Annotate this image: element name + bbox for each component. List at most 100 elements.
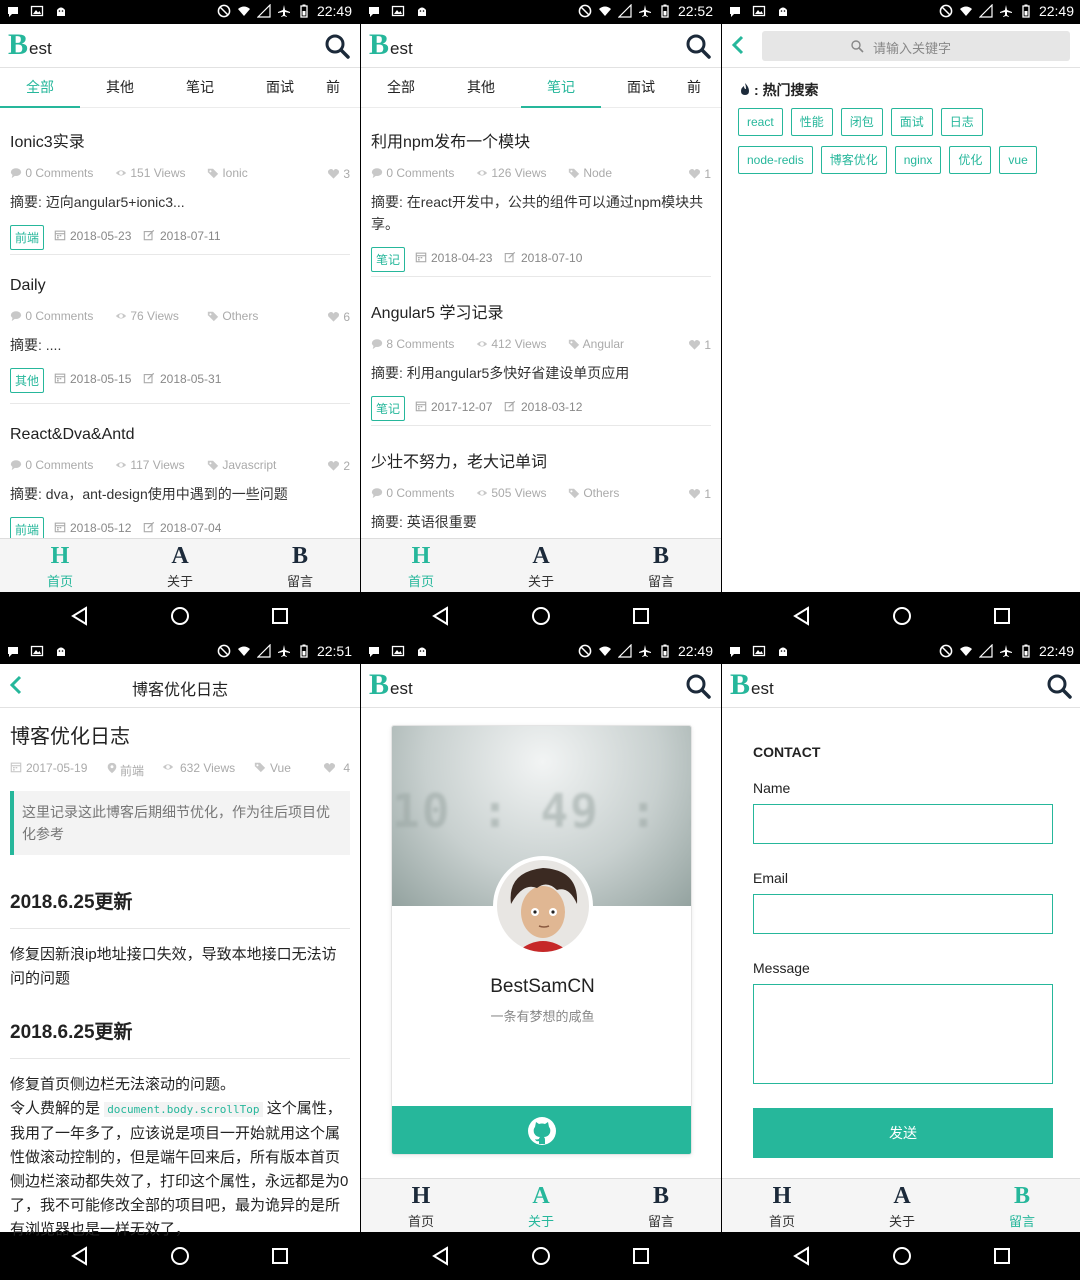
post-card[interactable]: 利用npm发布一个模块 0 Comments 126 Views Node 1 … xyxy=(371,128,711,272)
search-icon[interactable] xyxy=(685,33,711,59)
post-title[interactable]: 利用npm发布一个模块 xyxy=(371,128,711,152)
logo[interactable]: B est xyxy=(730,668,774,702)
post-card[interactable]: Ionic3实录 0 Comments 151 Views Ionic 3 摘要… xyxy=(10,128,350,250)
nav-home-icon[interactable] xyxy=(170,606,190,626)
tab-4[interactable]: 前 xyxy=(320,68,360,108)
github-button[interactable] xyxy=(392,1106,691,1154)
bottom-tab-1[interactable]: A 关于 xyxy=(842,1181,962,1230)
bottom-tab-2[interactable]: B 留言 xyxy=(601,541,721,590)
post-tag[interactable]: 前端 xyxy=(10,517,45,538)
heart-icon[interactable] xyxy=(327,312,340,326)
tab-2[interactable]: 笔记 xyxy=(521,68,601,108)
message-field[interactable] xyxy=(753,984,1053,1084)
post-tag[interactable]: 前端 xyxy=(10,225,45,250)
nav-back-icon[interactable] xyxy=(792,1246,812,1266)
post-card[interactable]: React&Dva&Antd 0 Comments 117 Views Java… xyxy=(10,426,350,538)
airplane-icon xyxy=(277,644,291,658)
hot-tag[interactable]: 面试 xyxy=(890,108,933,136)
nav-back-icon[interactable] xyxy=(431,606,451,626)
bottom-tab-0[interactable]: H 首页 xyxy=(0,541,120,590)
article: 博客优化日志 2017-05-19 前端 632 Views Vue 4 这里记… xyxy=(10,720,350,1242)
tab-3[interactable]: 面试 xyxy=(601,68,681,108)
heart-icon[interactable] xyxy=(688,340,701,354)
back-arrow-icon[interactable] xyxy=(730,35,746,55)
nav-home-icon[interactable] xyxy=(892,606,912,626)
view-count: 126 Views xyxy=(491,166,547,180)
email-field[interactable] xyxy=(753,894,1053,934)
like-count: 2 xyxy=(343,459,350,473)
bottom-tab-1[interactable]: A 关于 xyxy=(481,541,601,590)
image-notification-icon xyxy=(752,4,766,18)
bottom-tab-0[interactable]: H 首页 xyxy=(361,541,481,590)
hot-tag[interactable]: 性能 xyxy=(790,108,833,136)
bottom-tab-2[interactable]: B 留言 xyxy=(962,1181,1080,1230)
nav-recents-icon[interactable] xyxy=(631,606,651,626)
post-title[interactable]: React&Dva&Antd xyxy=(10,426,350,444)
nav-back-icon[interactable] xyxy=(70,606,90,626)
hot-tag[interactable]: nginx xyxy=(894,146,942,174)
heart-icon[interactable] xyxy=(327,461,340,475)
bottom-tab-0[interactable]: H 首页 xyxy=(361,1181,481,1230)
bottom-tab-0[interactable]: H 首页 xyxy=(722,1181,842,1230)
search-input[interactable]: 请输入关键字 xyxy=(762,31,1070,61)
logo[interactable]: B est xyxy=(369,668,413,702)
nav-home-icon[interactable] xyxy=(892,1246,912,1266)
bottom-tab-2[interactable]: B 留言 xyxy=(601,1181,721,1230)
post-tag[interactable]: 其他 xyxy=(10,368,45,393)
hot-tag[interactable]: vue xyxy=(999,146,1037,174)
tab-1[interactable]: 其他 xyxy=(80,68,160,108)
send-button[interactable]: 发送 xyxy=(753,1108,1053,1158)
hot-tag[interactable]: react xyxy=(738,108,783,136)
nav-recents-icon[interactable] xyxy=(270,1246,290,1266)
post-title[interactable]: 少壮不努力，老大记单词 xyxy=(371,448,711,472)
search-icon[interactable] xyxy=(324,33,350,59)
post-card[interactable]: Daily 0 Comments 76 Views Others 6 摘要: .… xyxy=(10,277,350,393)
tab-1[interactable]: 其他 xyxy=(441,68,521,108)
search-icon[interactable] xyxy=(685,673,711,699)
post-tag[interactable]: 笔记 xyxy=(371,396,406,421)
bottom-tab-bar: H 首页 A 关于 B 留言 xyxy=(722,1178,1080,1232)
bottom-tab-1[interactable]: A 关于 xyxy=(120,541,240,590)
nav-back-icon[interactable] xyxy=(792,606,812,626)
hot-tag[interactable]: 闭包 xyxy=(840,108,883,136)
nav-home-icon[interactable] xyxy=(531,606,551,626)
logo[interactable]: B est xyxy=(8,28,52,62)
tab-4[interactable]: 前 xyxy=(681,68,721,108)
heart-icon[interactable] xyxy=(688,169,701,183)
post-title[interactable]: Daily xyxy=(10,277,350,295)
search-icon[interactable] xyxy=(1046,673,1072,699)
name-field[interactable] xyxy=(753,804,1053,844)
heart-icon[interactable] xyxy=(688,489,701,503)
divider xyxy=(10,254,350,255)
post-title[interactable]: Angular5 学习记录 xyxy=(371,299,711,323)
nav-recents-icon[interactable] xyxy=(270,606,290,626)
nav-back-icon[interactable] xyxy=(70,1246,90,1266)
post-title[interactable]: Ionic3实录 xyxy=(10,128,350,152)
android-nav-bar xyxy=(722,1232,1080,1280)
post-card[interactable]: Angular5 学习记录 8 Comments 412 Views Angul… xyxy=(371,299,711,421)
heart-icon[interactable] xyxy=(327,169,340,183)
nav-home-icon[interactable] xyxy=(170,1246,190,1266)
status-bar: 22:51 xyxy=(0,640,360,664)
hot-tag[interactable]: node-redis xyxy=(738,146,813,174)
eye-icon xyxy=(115,168,127,182)
post-card[interactable]: 少壮不努力，老大记单词 0 Comments 505 Views Others … xyxy=(371,448,711,538)
tab-3[interactable]: 面试 xyxy=(240,68,320,108)
nav-recents-icon[interactable] xyxy=(992,1246,1012,1266)
hot-tag[interactable]: 日志 xyxy=(940,108,983,136)
nav-recents-icon[interactable] xyxy=(992,606,1012,626)
bottom-tab-1[interactable]: A 关于 xyxy=(481,1181,601,1230)
nav-back-icon[interactable] xyxy=(431,1246,451,1266)
logo[interactable]: B est xyxy=(369,28,413,62)
bottom-tab-2[interactable]: B 留言 xyxy=(240,541,360,590)
hot-tag[interactable]: 博客优化 xyxy=(820,146,887,174)
post-tag[interactable]: 笔记 xyxy=(371,247,406,272)
nav-recents-icon[interactable] xyxy=(631,1246,651,1266)
nav-home-icon[interactable] xyxy=(531,1246,551,1266)
heart-icon[interactable] xyxy=(323,761,336,777)
tab-0[interactable]: 全部 xyxy=(361,68,441,108)
hot-tag[interactable]: 优化 xyxy=(949,146,992,174)
tab-2[interactable]: 笔记 xyxy=(160,68,240,108)
tab-0[interactable]: 全部 xyxy=(0,68,80,108)
article-tag[interactable]: Vue xyxy=(270,761,291,775)
